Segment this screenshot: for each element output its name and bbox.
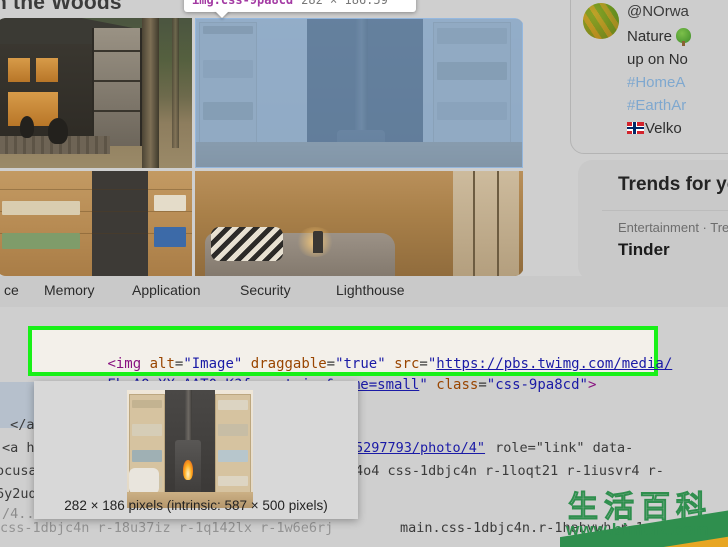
- tweet-line-2: up on No: [627, 51, 688, 68]
- devtools-element-highlight-border: [195, 18, 523, 168]
- tweet-hashtag-homea[interactable]: #HomeA: [627, 71, 728, 94]
- code-frag-photo-link[interactable]: 5297793/photo/4": [355, 437, 485, 460]
- token-quote-close: ": [419, 377, 428, 393]
- trends-divider: [602, 210, 728, 211]
- watermark-url: www.bimeiz.com: [566, 520, 710, 539]
- shelf-books-1: [2, 200, 80, 215]
- cabin-door-shape: [92, 28, 142, 146]
- inspector-badge-arrow: [214, 10, 230, 18]
- tweet-handle[interactable]: @NOrwa: [627, 3, 689, 20]
- tab-memory[interactable]: Memory: [44, 282, 95, 298]
- tweet-hashtag-earthar[interactable]: #EarthAr: [627, 94, 728, 117]
- shelf-books-3: [154, 194, 186, 211]
- watermark: 生活百科 www.bimeiz.com: [560, 480, 728, 547]
- code-frag-3: <a h: [2, 440, 35, 456]
- avatar[interactable]: [583, 3, 619, 39]
- tree-emoji-icon: [676, 28, 692, 46]
- devtools-tab-bar: ce Memory Application Security Lighthous…: [0, 276, 728, 308]
- token-class-attr: class: [436, 377, 479, 393]
- code-frag-4: ocusa: [0, 463, 37, 479]
- thumb-chair: [129, 468, 159, 494]
- thumb-stove-flue: [185, 390, 192, 444]
- tweet-card[interactable]: @NOrwa Nature up on No #HomeA #EarthAr V…: [570, 0, 728, 154]
- lamp-shape: [313, 230, 323, 253]
- highlighted-img-element[interactable]: <img alt="Image" draggable="true" src="h…: [28, 326, 672, 393]
- photo-cabin-exterior-in-woods[interactable]: [0, 18, 192, 168]
- shelf-books-2: [2, 232, 80, 249]
- image-preview-caption: 282 × 186 pixels (intrinsic: 587 × 500 p…: [64, 498, 328, 513]
- screenshot-root: n the Woods @NOrwa Nature up on No #Home…: [0, 0, 728, 547]
- image-preview-tooltip: 282 × 186 pixels (intrinsic: 587 × 500 p…: [34, 381, 358, 519]
- browser-page-content: n the Woods @NOrwa Nature up on No #Home…: [0, 0, 728, 276]
- tree-trunk-2: [172, 18, 179, 148]
- bedroom-window: [453, 170, 519, 276]
- trends-card: Trends for yo Entertainment · Trend Tind…: [578, 160, 728, 276]
- twitter-right-sidebar: @NOrwa Nature up on No #HomeA #EarthAr V…: [528, 0, 728, 276]
- trend-category: Entertainment · Trend: [618, 220, 728, 235]
- photo-bedroom-with-striped-pillow[interactable]: [195, 170, 523, 276]
- shelf-books-4: [154, 226, 186, 247]
- tab-application[interactable]: Application: [132, 282, 201, 298]
- dark-doorway-shape: [92, 170, 148, 276]
- inspector-element-dimensions: 282 × 186.59: [301, 0, 388, 7]
- code-frag-role-attr: role="link" data-: [487, 440, 634, 456]
- tweet-photo-grid: [0, 18, 524, 276]
- person-figure-1: [20, 116, 34, 138]
- trend-topic[interactable]: Tinder: [618, 240, 670, 260]
- photo-interior-with-wood-stove[interactable]: [195, 18, 523, 168]
- tweet-body: Nature up on No #HomeA #EarthAr Velko: [627, 25, 728, 140]
- striped-pillow: [211, 226, 283, 261]
- person-figure-2: [48, 118, 68, 144]
- token-class-value: "css-9pa8cd": [486, 377, 588, 393]
- tweet-line-1: Nature: [627, 25, 728, 48]
- image-preview-thumbnail: [127, 390, 253, 508]
- tab-performance[interactable]: ce: [4, 282, 19, 298]
- tweet-line-5: Velko: [627, 117, 728, 140]
- tree-trunk-1: [142, 18, 159, 168]
- thumb-fire-glow: [183, 460, 193, 480]
- token-tag-close: >: [587, 377, 597, 393]
- tab-lighthouse[interactable]: Lighthouse: [336, 282, 405, 298]
- photo-wooden-interior-shelving[interactable]: [0, 170, 192, 276]
- inspector-element-name: img.css-9pa8cd: [192, 0, 294, 7]
- norway-flag-icon: [627, 122, 644, 134]
- cabin-window-1: [8, 58, 30, 82]
- trends-heading: Trends for yo: [618, 174, 728, 195]
- code-frag-bottom-left: css-1dbjc4n r-18u37iz r-1q142lx r-1w6e6r…: [0, 520, 334, 536]
- tab-security[interactable]: Security: [240, 282, 291, 298]
- cabin-window-2: [36, 58, 58, 82]
